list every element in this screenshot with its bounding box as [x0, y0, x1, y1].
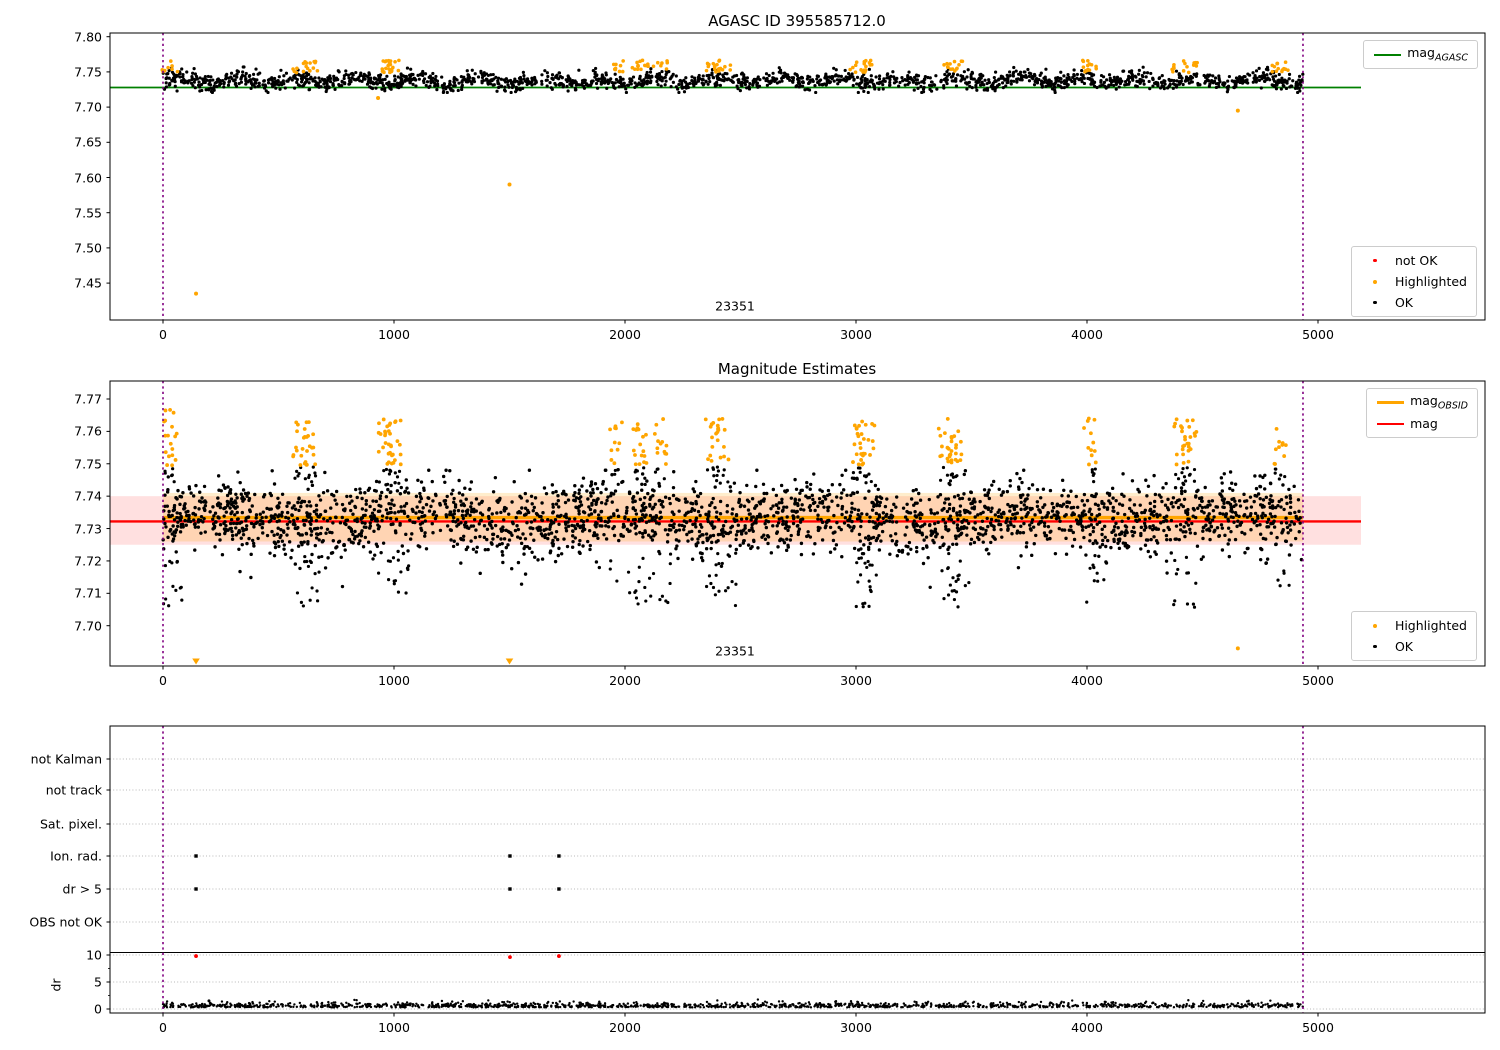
not-ok-dot-swatch [1361, 258, 1389, 263]
highlighted-dot-swatch-mid [1361, 623, 1389, 628]
obsid-annotation-middle: 23351 [715, 643, 755, 659]
flag-label-2: Sat. pixel. [40, 816, 102, 832]
mid-x-tick-4: 4000 [1071, 673, 1103, 688]
mid-x-tick-3: 3000 [840, 673, 872, 688]
top-y-tick-6: 7.50 [74, 240, 102, 256]
legend-row-mag-obsid: magOBSID [1376, 392, 1468, 413]
top-y-tick-2: 7.70 [74, 99, 102, 115]
mid-y-tick-0: 7.77 [74, 391, 102, 407]
legend-top-points: not OK Highlighted OK [1350, 246, 1477, 317]
legend-label-mag-agasc: magAGASC [1407, 45, 1468, 64]
figure: AGASC ID 395585712.0 Magnitude Estimates… [0, 0, 1500, 1050]
legend-label-ok-mid: OK [1394, 639, 1413, 654]
mid-y-tick-1: 7.76 [74, 423, 102, 439]
top-x-tick-5: 5000 [1302, 327, 1334, 342]
highlighted-dot-swatch [1361, 279, 1389, 284]
top-y-tick-5: 7.55 [74, 205, 102, 221]
legend-mag-agasc: magAGASC [1363, 40, 1478, 69]
mid-x-tick-5: 5000 [1302, 673, 1334, 688]
top-x-tick-4: 4000 [1071, 327, 1103, 342]
middle-plot-title: Magnitude Estimates [717, 360, 877, 378]
legend-row-mag: mag [1376, 413, 1468, 434]
mid-x-tick-2: 2000 [609, 673, 641, 688]
top-y-tick-3: 7.65 [74, 134, 102, 150]
mag-agasc-line-swatch [1373, 53, 1401, 56]
ok-dot-swatch-mid [1361, 644, 1389, 649]
legend-middle-points: Highlighted OK [1350, 611, 1477, 661]
legend-label-highlighted-mid: Highlighted [1394, 618, 1467, 633]
top-x-tick-1: 1000 [378, 327, 410, 342]
top-x-tick-2: 2000 [609, 327, 641, 342]
bot-x-tick-4: 4000 [1071, 1020, 1103, 1035]
bot-x-tick-1: 1000 [378, 1020, 410, 1035]
flag-label-5: OBS not OK [29, 914, 102, 930]
mag-line-swatch [1376, 422, 1404, 425]
mid-y-tick-6: 7.71 [74, 585, 102, 601]
flag-label-0: not Kalman [30, 751, 102, 767]
top-x-tick-0: 0 [159, 327, 167, 342]
legend-row-highlighted-mid: Highlighted [1361, 615, 1467, 636]
legend-label-mag-obsid: magOBSID [1410, 393, 1468, 412]
bot-x-tick-5: 5000 [1302, 1020, 1334, 1035]
plots-canvas [106, 32, 1486, 1017]
legend-row-not-ok: not OK [1361, 250, 1467, 271]
top-y-tick-4: 7.60 [74, 170, 102, 185]
dr-axis-label: dr [48, 978, 64, 992]
legend-mag-lines: magOBSID mag [1366, 388, 1478, 438]
mid-x-tick-1: 1000 [378, 673, 410, 688]
mid-y-tick-5: 7.72 [74, 553, 102, 569]
flag-label-3: Ion. rad. [50, 848, 102, 864]
bot-x-tick-2: 2000 [609, 1020, 641, 1035]
obsid-annotation-top: 23351 [715, 298, 755, 314]
legend-label-mag: mag [1410, 416, 1438, 431]
top-y-tick-7: 7.45 [74, 275, 102, 291]
flag-label-4: dr > 5 [62, 881, 102, 897]
bot-x-tick-0: 0 [159, 1020, 167, 1035]
flag-label-1: not track [45, 782, 102, 798]
dr-tick-1: 5 [94, 974, 102, 990]
bot-x-tick-3: 3000 [840, 1020, 872, 1035]
top-plot-title: AGASC ID 395585712.0 [708, 12, 886, 30]
legend-row-ok: OK [1361, 292, 1467, 313]
top-x-tick-3: 3000 [840, 327, 872, 342]
mid-y-tick-2: 7.75 [74, 456, 102, 472]
dr-tick-0: 10 [86, 947, 102, 963]
legend-label-not-ok: not OK [1394, 253, 1438, 268]
legend-label-highlighted: Highlighted [1394, 274, 1467, 289]
mid-y-tick-3: 7.74 [74, 488, 102, 504]
mid-y-tick-4: 7.73 [74, 521, 102, 537]
legend-row-ok-mid: OK [1361, 636, 1467, 657]
mid-x-tick-0: 0 [159, 673, 167, 688]
legend-label-ok: OK [1394, 295, 1413, 310]
legend-row-highlighted: Highlighted [1361, 271, 1467, 292]
ok-dot-swatch [1361, 300, 1389, 305]
top-y-tick-1: 7.75 [74, 64, 102, 80]
top-y-tick-0: 7.80 [74, 29, 102, 45]
dr-tick-2: 0 [94, 1001, 102, 1017]
mag-obsid-line-swatch [1376, 401, 1404, 404]
mid-y-tick-7: 7.70 [74, 618, 102, 634]
legend-row-mag-agasc: magAGASC [1373, 44, 1468, 65]
